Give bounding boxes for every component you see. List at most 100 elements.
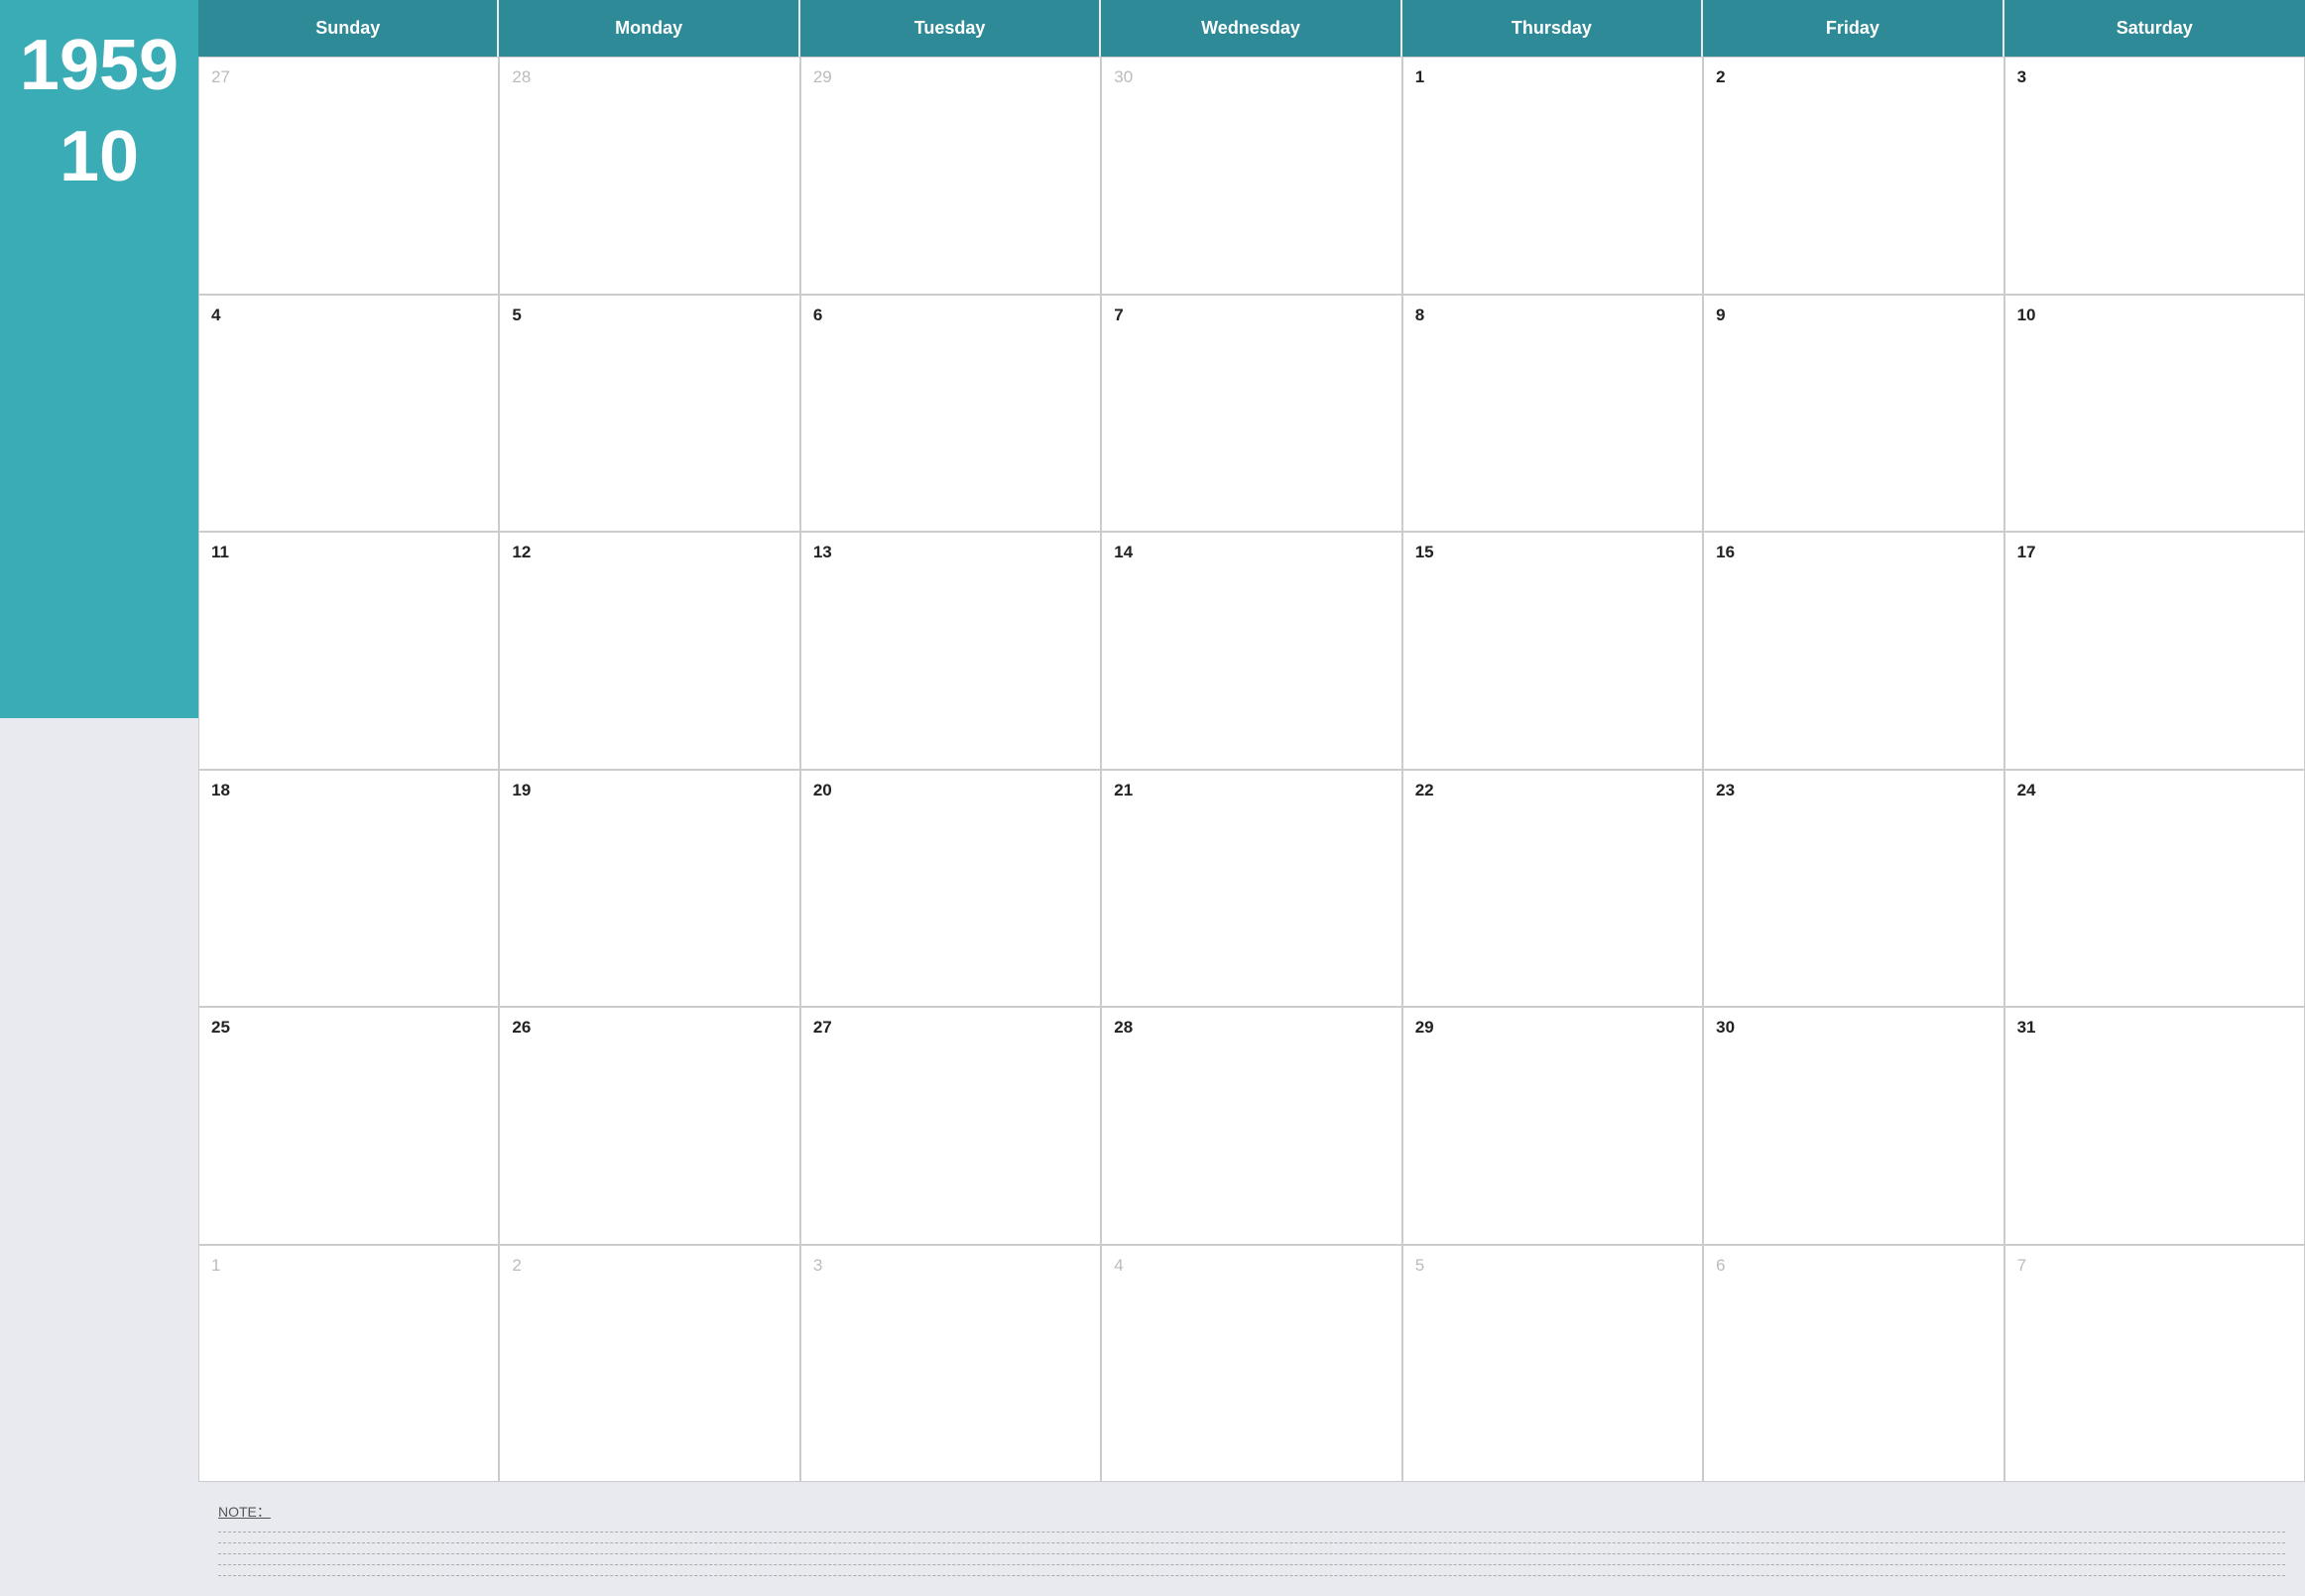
calendar-grid: 2728293012345678910111213141516171819202… — [198, 57, 2305, 1482]
calendar-cell[interactable]: 16 — [1703, 532, 2003, 770]
calendar-cell[interactable]: 7 — [1101, 295, 1401, 533]
calendar-cell[interactable]: 29 — [800, 57, 1101, 295]
calendar-cell[interactable]: 5 — [499, 295, 799, 533]
header-day-friday: Friday — [1703, 0, 2003, 57]
notes-line-1 — [218, 1532, 2285, 1533]
calendar-cell[interactable]: 7 — [2004, 1245, 2305, 1483]
calendar-header: SundayMondayTuesdayWednesdayThursdayFrid… — [198, 0, 2305, 57]
calendar-cell[interactable]: 1 — [198, 1245, 499, 1483]
calendar-cell[interactable]: 15 — [1402, 532, 1703, 770]
calendar-cell[interactable]: 27 — [800, 1007, 1101, 1245]
calendar-cell[interactable]: 6 — [1703, 1245, 2003, 1483]
sidebar-month-name: October — [31, 222, 168, 264]
calendar-wrapper: 1959 10 October SundayMondayTuesdayWedne… — [0, 0, 2305, 1596]
calendar-cell[interactable]: 28 — [499, 57, 799, 295]
sidebar-month-num: 10 — [60, 121, 139, 192]
calendar-cell[interactable]: 30 — [1101, 57, 1401, 295]
header-day-sunday: Sunday — [198, 0, 499, 57]
calendar-cell[interactable]: 31 — [2004, 1007, 2305, 1245]
calendar-cell[interactable]: 3 — [800, 1245, 1101, 1483]
day-number: 6 — [1716, 1256, 1725, 1275]
calendar-cell[interactable]: 4 — [1101, 1245, 1401, 1483]
day-number: 7 — [1114, 306, 1123, 324]
calendar-cell[interactable]: 9 — [1703, 295, 2003, 533]
calendar-cell[interactable]: 14 — [1101, 532, 1401, 770]
day-number: 1 — [1415, 67, 1424, 86]
calendar-cell[interactable]: 10 — [2004, 295, 2305, 533]
calendar-cell[interactable]: 11 — [198, 532, 499, 770]
day-number: 11 — [211, 543, 229, 561]
day-number: 21 — [1114, 781, 1133, 799]
day-number: 9 — [1716, 306, 1725, 324]
calendar-cell[interactable]: 4 — [198, 295, 499, 533]
calendar-cell[interactable]: 6 — [800, 295, 1101, 533]
day-number: 5 — [512, 306, 521, 324]
calendar-cell[interactable]: 28 — [1101, 1007, 1401, 1245]
day-number: 18 — [211, 781, 230, 799]
calendar-cell[interactable]: 2 — [1703, 57, 2003, 295]
day-number: 31 — [2017, 1018, 2036, 1037]
day-number: 14 — [1114, 543, 1133, 561]
day-number: 5 — [1415, 1256, 1424, 1275]
day-number: 25 — [211, 1018, 230, 1037]
day-number: 2 — [512, 1256, 521, 1275]
sidebar: 1959 10 October — [0, 0, 198, 1596]
notes-line-3 — [218, 1553, 2285, 1554]
header-day-wednesday: Wednesday — [1101, 0, 1401, 57]
day-number: 4 — [1114, 1256, 1123, 1275]
day-number: 10 — [2017, 306, 2036, 324]
day-number: 28 — [512, 67, 531, 86]
calendar-cell[interactable]: 1 — [1402, 57, 1703, 295]
sidebar-year: 1959 — [20, 30, 179, 101]
day-number: 22 — [1415, 781, 1434, 799]
day-number: 3 — [813, 1256, 822, 1275]
day-number: 28 — [1114, 1018, 1133, 1037]
day-number: 4 — [211, 306, 220, 324]
calendar-cell[interactable]: 19 — [499, 770, 799, 1008]
calendar-cell[interactable]: 18 — [198, 770, 499, 1008]
calendar-cell[interactable]: 20 — [800, 770, 1101, 1008]
calendar-cell[interactable]: 23 — [1703, 770, 2003, 1008]
day-number: 27 — [211, 67, 230, 86]
header-day-saturday: Saturday — [2004, 0, 2305, 57]
calendar-cell[interactable]: 27 — [198, 57, 499, 295]
calendar-cell[interactable]: 24 — [2004, 770, 2305, 1008]
notes-section: NOTE： — [198, 1482, 2305, 1596]
day-number: 30 — [1114, 67, 1133, 86]
header-day-thursday: Thursday — [1402, 0, 1703, 57]
notes-line-5 — [218, 1575, 2285, 1576]
day-number: 6 — [813, 306, 822, 324]
calendar-cell[interactable]: 13 — [800, 532, 1101, 770]
calendar-cell[interactable]: 3 — [2004, 57, 2305, 295]
day-number: 27 — [813, 1018, 832, 1037]
calendar-cell[interactable]: 26 — [499, 1007, 799, 1245]
calendar-cell[interactable]: 17 — [2004, 532, 2305, 770]
day-number: 20 — [813, 781, 832, 799]
day-number: 2 — [1716, 67, 1725, 86]
calendar-cell[interactable]: 2 — [499, 1245, 799, 1483]
notes-line-4 — [218, 1564, 2285, 1565]
day-number: 15 — [1415, 543, 1434, 561]
notes-line-2 — [218, 1542, 2285, 1543]
calendar-cell[interactable]: 22 — [1402, 770, 1703, 1008]
day-number: 23 — [1716, 781, 1735, 799]
day-number: 19 — [512, 781, 531, 799]
day-number: 16 — [1716, 543, 1735, 561]
calendar-cell[interactable]: 21 — [1101, 770, 1401, 1008]
day-number: 7 — [2017, 1256, 2026, 1275]
day-number: 26 — [512, 1018, 531, 1037]
calendar-cell[interactable]: 30 — [1703, 1007, 2003, 1245]
day-number: 13 — [813, 543, 832, 561]
calendar-cell[interactable]: 25 — [198, 1007, 499, 1245]
day-number: 29 — [813, 67, 832, 86]
calendar-cell[interactable]: 5 — [1402, 1245, 1703, 1483]
day-number: 3 — [2017, 67, 2026, 86]
day-number: 17 — [2017, 543, 2036, 561]
day-number: 12 — [512, 543, 531, 561]
day-number: 8 — [1415, 306, 1424, 324]
day-number: 30 — [1716, 1018, 1735, 1037]
calendar-cell[interactable]: 12 — [499, 532, 799, 770]
calendar-cell[interactable]: 8 — [1402, 295, 1703, 533]
calendar-cell[interactable]: 29 — [1402, 1007, 1703, 1245]
notes-label: NOTE： — [218, 1502, 2285, 1522]
